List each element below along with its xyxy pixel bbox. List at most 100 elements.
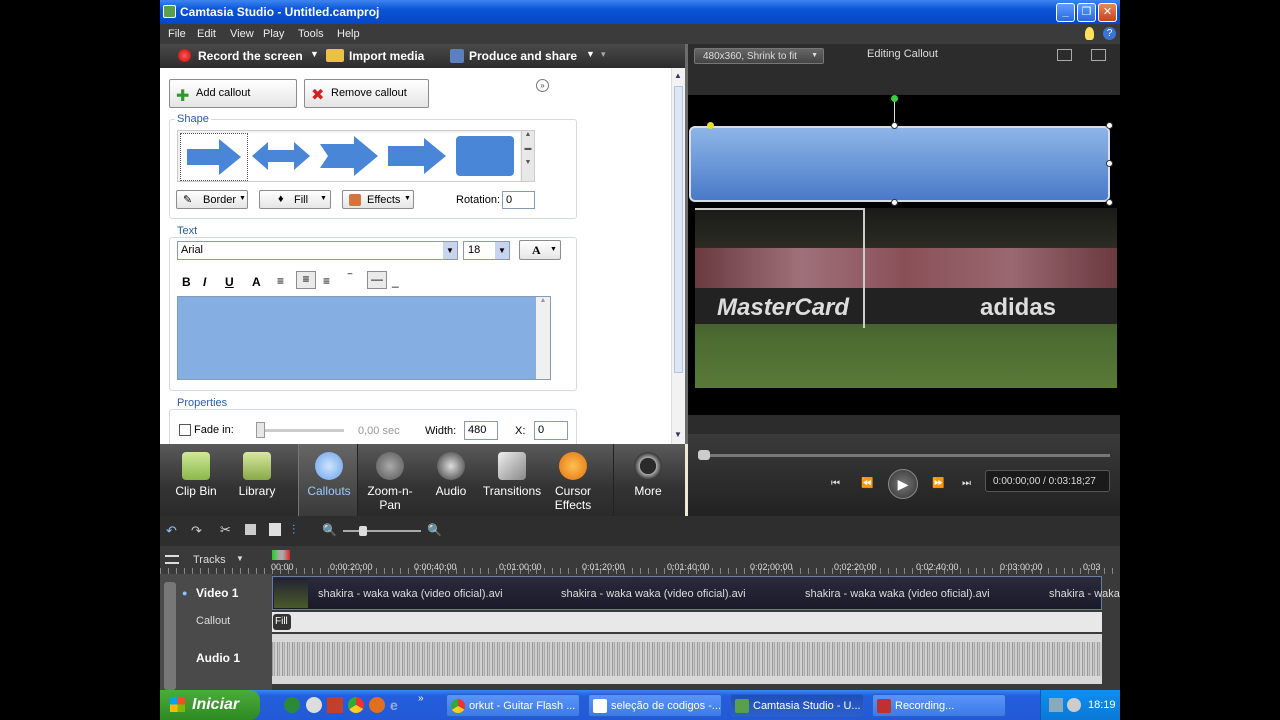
zoom-in-icon[interactable]: 🔍 <box>427 523 442 537</box>
detach-icon[interactable] <box>1091 49 1106 61</box>
quicklaunch-firefox-icon[interactable] <box>369 697 385 713</box>
quicklaunch-utorrent-icon[interactable] <box>284 697 300 713</box>
quicklaunch-expand-icon[interactable]: » <box>418 693 424 704</box>
width-input[interactable]: 480 <box>464 421 498 440</box>
video-track-label[interactable]: Video 1 <box>196 586 238 600</box>
more-tab[interactable]: More <box>618 452 678 498</box>
shape-scrollbar[interactable]: ▲ ▬ ▼ <box>521 131 534 181</box>
callouts-tab[interactable]: Callouts <box>299 452 359 498</box>
valign-top-icon[interactable]: ‾ <box>348 272 352 286</box>
menu-tools[interactable]: Tools <box>298 28 324 40</box>
quicklaunch-app-icon[interactable] <box>327 697 343 713</box>
clip-bin-tab[interactable]: Clip Bin <box>166 452 226 498</box>
effects-button[interactable]: Effects ▼ <box>342 190 414 209</box>
redo-icon[interactable]: ↷ <box>191 523 202 539</box>
copy-icon[interactable] <box>245 524 256 535</box>
underline-button[interactable]: U <box>225 275 234 289</box>
callout-track-label[interactable]: Callout <box>196 615 230 627</box>
border-button[interactable]: ✎ Border ▼ <box>176 190 248 209</box>
forward-icon[interactable]: ⏩ <box>932 478 944 490</box>
align-left-icon[interactable]: ≡ <box>277 274 284 288</box>
prev-clip-icon[interactable]: ⏮ <box>831 478 843 490</box>
preview-canvas[interactable]: MasterCard adidas <box>688 95 1120 415</box>
network-icon[interactable] <box>1049 698 1063 712</box>
panel-scroll-thumb[interactable] <box>674 86 683 373</box>
playhead-marker[interactable] <box>272 550 290 560</box>
font-select[interactable]: Arial ▼ <box>177 241 458 260</box>
split-icon[interactable]: ⫶ <box>292 522 295 538</box>
import-media-button[interactable]: Import media <box>349 49 424 63</box>
shape-rectangle[interactable] <box>452 133 520 181</box>
resize-handle-bottom[interactable] <box>891 199 898 206</box>
rotation-input[interactable]: 0 <box>502 191 535 209</box>
quicklaunch-media-icon[interactable] <box>306 697 322 713</box>
collapse-icon[interactable]: » <box>536 79 549 92</box>
shape-arrow-chevron[interactable] <box>384 133 452 181</box>
zoom-n-pan-tab[interactable]: Zoom-n-Pan <box>360 452 420 512</box>
zoom-slider-thumb[interactable] <box>359 526 367 536</box>
quicklaunch-ie-icon[interactable]: e <box>390 697 406 713</box>
tip-bulb-icon[interactable] <box>1085 27 1094 40</box>
font-size-select[interactable]: 18 ▼ <box>463 241 510 260</box>
resize-handle-bottom-right[interactable] <box>1106 199 1113 206</box>
scrub-thumb[interactable] <box>698 450 710 460</box>
rewind-icon[interactable]: ⏪ <box>861 478 873 490</box>
library-tab[interactable]: Library <box>227 452 287 498</box>
volume-icon[interactable] <box>1067 698 1081 712</box>
rotate-handle[interactable] <box>891 95 898 102</box>
start-button[interactable]: Iniciar <box>160 690 260 720</box>
valign-bottom-icon[interactable]: _ <box>392 274 399 288</box>
menu-file[interactable]: File <box>168 28 186 40</box>
text-scrollbar[interactable]: ▲ <box>536 297 550 379</box>
video-clip[interactable]: shakira - waka waka (video oficial).avi … <box>272 576 1120 610</box>
maximize-button[interactable]: ❐ <box>1077 3 1096 22</box>
task-recording[interactable]: Recording... <box>872 694 1006 717</box>
resize-handle-right[interactable] <box>1106 160 1113 167</box>
play-button[interactable]: ▶ <box>888 469 918 499</box>
audio-tab[interactable]: Audio <box>421 452 481 498</box>
resize-handle-top[interactable] <box>891 122 898 129</box>
callout-shape[interactable] <box>689 126 1110 202</box>
record-screen-button[interactable]: Record the screen <box>198 49 303 63</box>
bold-button[interactable]: B <box>182 275 191 289</box>
text-color-button[interactable]: A ▼ <box>519 240 561 260</box>
undo-icon[interactable]: ↶ <box>166 523 177 539</box>
italic-button[interactable]: I <box>203 275 206 289</box>
shape-arrow-right[interactable] <box>180 133 248 181</box>
audio-clip[interactable] <box>272 634 1102 684</box>
callout-track[interactable]: Fill <box>272 612 1102 632</box>
minimize-button[interactable]: _ <box>1056 3 1075 22</box>
scrub-bar[interactable] <box>698 454 1110 457</box>
next-clip-icon[interactable]: ⏭ <box>962 478 974 490</box>
shape-arrow-notched[interactable] <box>316 133 384 181</box>
align-right-icon[interactable]: ≡ <box>323 274 330 288</box>
shape-handle[interactable] <box>707 122 714 129</box>
menu-play[interactable]: Play <box>263 28 284 40</box>
x-input[interactable]: 0 <box>534 421 568 440</box>
produce-share-button[interactable]: Produce and share <box>469 49 577 63</box>
fade-slider-thumb[interactable] <box>256 422 265 438</box>
task-codigos[interactable]: seleção de codigos -... <box>588 694 722 717</box>
zoom-out-icon[interactable]: 🔍 <box>322 523 337 537</box>
callout-text-area[interactable]: ▲ <box>177 296 551 380</box>
close-button[interactable]: ✕ <box>1098 3 1117 22</box>
resize-handle-top-right[interactable] <box>1106 122 1113 129</box>
font-color-icon[interactable]: A <box>252 275 261 289</box>
shape-arrow-double[interactable] <box>248 133 316 181</box>
fill-button[interactable]: ♦ Fill ▼ <box>259 190 331 209</box>
valign-middle-icon[interactable]: — <box>367 271 387 289</box>
transitions-tab[interactable]: Transitions <box>482 452 542 498</box>
task-camtasia[interactable]: Camtasia Studio - U... <box>730 694 864 717</box>
quicklaunch-chrome-icon[interactable] <box>348 697 364 713</box>
help-icon[interactable]: ? <box>1103 27 1116 40</box>
align-center-icon[interactable]: ≡ <box>296 271 316 289</box>
tracks-label[interactable]: Tracks <box>193 554 226 566</box>
menu-help[interactable]: Help <box>337 28 360 40</box>
cursor-effects-tab[interactable]: Cursor Effects <box>543 452 603 512</box>
fade-in-checkbox[interactable] <box>179 424 191 436</box>
audio-track-label[interactable]: Audio 1 <box>196 651 240 665</box>
fit-icon[interactable] <box>1057 49 1072 61</box>
task-orkut[interactable]: orkut - Guitar Flash ... <box>446 694 580 717</box>
menu-view[interactable]: View <box>230 28 254 40</box>
add-callout-button[interactable]: ✚ Add callout <box>169 79 297 108</box>
